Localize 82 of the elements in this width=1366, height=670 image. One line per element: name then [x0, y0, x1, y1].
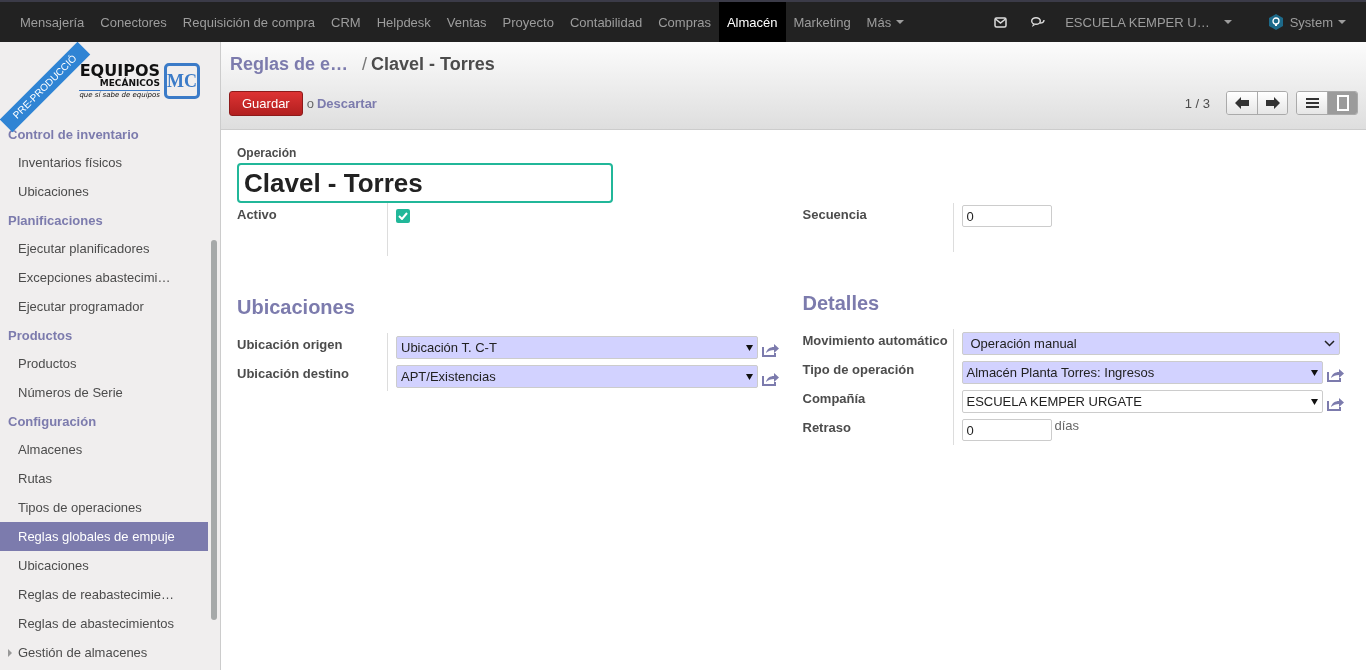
- field-label: Movimiento automático: [802, 332, 949, 350]
- field-label: Compañía: [802, 390, 867, 408]
- sidebar-item[interactable]: Ubicaciones: [0, 177, 208, 206]
- sidebar-item[interactable]: Ejecutar planificadores: [0, 234, 208, 263]
- field-label: Ubicación destino: [237, 365, 350, 383]
- unit-text: días: [1054, 418, 1080, 433]
- field-label: Secuencia: [802, 206, 868, 224]
- field-label: Activo: [237, 206, 278, 224]
- external-link-icon[interactable]: [1326, 368, 1344, 382]
- sidebar-item[interactable]: Rutas: [0, 464, 208, 493]
- dropdown-arrow-icon: [745, 372, 753, 380]
- operation-name-field[interactable]: Clavel - Torres: [237, 163, 613, 203]
- section-heading: Detalles: [802, 291, 881, 316]
- app-menu-item[interactable]: CRM: [323, 2, 369, 42]
- view-switch-button[interactable]: [1327, 92, 1357, 114]
- external-link-icon[interactable]: [1326, 397, 1344, 411]
- sidebar-item[interactable]: Excepciones abastecimi…: [0, 263, 208, 292]
- app-menu-item[interactable]: Almacén: [718, 2, 786, 42]
- sidebar-item[interactable]: Números de Serie: [0, 378, 208, 407]
- view-switch-button[interactable]: [1297, 92, 1327, 114]
- chat-icon[interactable]: [1031, 16, 1046, 28]
- external-link-icon[interactable]: [760, 372, 779, 386]
- previous-button[interactable]: [1227, 92, 1257, 114]
- checkbox[interactable]: [396, 209, 410, 223]
- breadcrumb-separator: /: [362, 53, 368, 75]
- or-text: o: [306, 95, 314, 111]
- dropdown-field[interactable]: Almacén Planta Torres: Ingresos: [961, 360, 1323, 384]
- external-link-icon[interactable]: [760, 343, 779, 357]
- menu-section-title: Productos: [7, 326, 74, 345]
- app-menu-item[interactable]: Conectores: [92, 2, 175, 42]
- logo-monogram: MC: [164, 63, 200, 99]
- field-label: Ubicación origen: [237, 336, 344, 354]
- list-icon: [1305, 98, 1319, 108]
- app-menu-item[interactable]: Ventas: [438, 2, 495, 42]
- breadcrumb-link[interactable]: Reglas de e…: [230, 53, 349, 75]
- app-menu-item[interactable]: Marketing: [785, 2, 859, 42]
- next-button[interactable]: [1257, 92, 1287, 114]
- app-menu-item[interactable]: Mensajería: [12, 2, 93, 42]
- dropdown-arrow-icon: [1311, 368, 1318, 376]
- sidebar-item[interactable]: Tipos de operaciones: [0, 493, 208, 522]
- user-menu[interactable]: System: [1259, 2, 1354, 42]
- user-avatar-icon: [1267, 14, 1284, 30]
- more-menu[interactable]: Más: [858, 2, 913, 42]
- input-field[interactable]: 0: [961, 205, 1052, 227]
- sidebar-item[interactable]: Gestión de almacenes: [0, 638, 208, 667]
- arrow-right-icon: [1265, 97, 1280, 109]
- scrollbar[interactable]: [211, 240, 217, 620]
- sidebar-item[interactable]: Reglas globales de empuje: [0, 522, 208, 551]
- breadcrumb-current: Clavel - Torres: [371, 53, 495, 75]
- field-label: Tipo de operación: [802, 361, 916, 379]
- app-menu-item[interactable]: Contabilidad: [561, 2, 651, 42]
- sidebar-item[interactable]: Ejecutar programador: [0, 292, 208, 321]
- dropdown-arrow-icon: [1311, 397, 1318, 405]
- menu-section-title: Planificaciones: [7, 211, 104, 230]
- app-menu-item[interactable]: Proyecto: [494, 2, 562, 42]
- arrow-left-icon: [1235, 97, 1249, 109]
- input-field[interactable]: 0: [961, 419, 1052, 441]
- sidebar-item[interactable]: Inventarios físicos: [0, 148, 208, 177]
- save-button[interactable]: Guardar: [229, 90, 303, 116]
- dropdown-field[interactable]: APT/Existencias: [396, 364, 758, 388]
- dropdown-field[interactable]: ESCUELA KEMPER URGATE: [961, 389, 1323, 413]
- sidebar-item[interactable]: Almacenes: [0, 435, 208, 464]
- dropdown-arrow-icon: [745, 343, 753, 351]
- dropdown-field[interactable]: Operación manual: [961, 331, 1340, 355]
- field-label: Retraso: [802, 419, 852, 437]
- menu-section-title: Configuración: [7, 412, 98, 431]
- form-icon: [1336, 95, 1349, 111]
- dropdown-field[interactable]: Ubicación T. C-T: [396, 335, 758, 359]
- company-switcher[interactable]: ESCUELA KEMPER U…: [1057, 2, 1240, 42]
- sidebar-item[interactable]: Ubicaciones: [0, 551, 208, 580]
- app-menu-item[interactable]: Compras: [650, 2, 719, 42]
- sidebar-item[interactable]: Reglas de reabastecimie…: [0, 580, 208, 609]
- chevron-down-icon: [1324, 339, 1335, 347]
- sidebar-item[interactable]: Productos: [0, 349, 208, 378]
- sidebar-item[interactable]: Reglas de abastecimientos: [0, 609, 208, 638]
- app-menu-item[interactable]: Requisición de compra: [174, 2, 324, 42]
- logo-text: MECÁNICOS: [99, 79, 160, 88]
- pager-counter: 1 / 3: [1184, 95, 1210, 111]
- section-heading: Ubicaciones: [237, 295, 356, 320]
- field-label: Operación: [237, 146, 298, 160]
- mail-icon[interactable]: [994, 16, 1008, 28]
- app-menu-item[interactable]: Helpdesk: [368, 2, 439, 42]
